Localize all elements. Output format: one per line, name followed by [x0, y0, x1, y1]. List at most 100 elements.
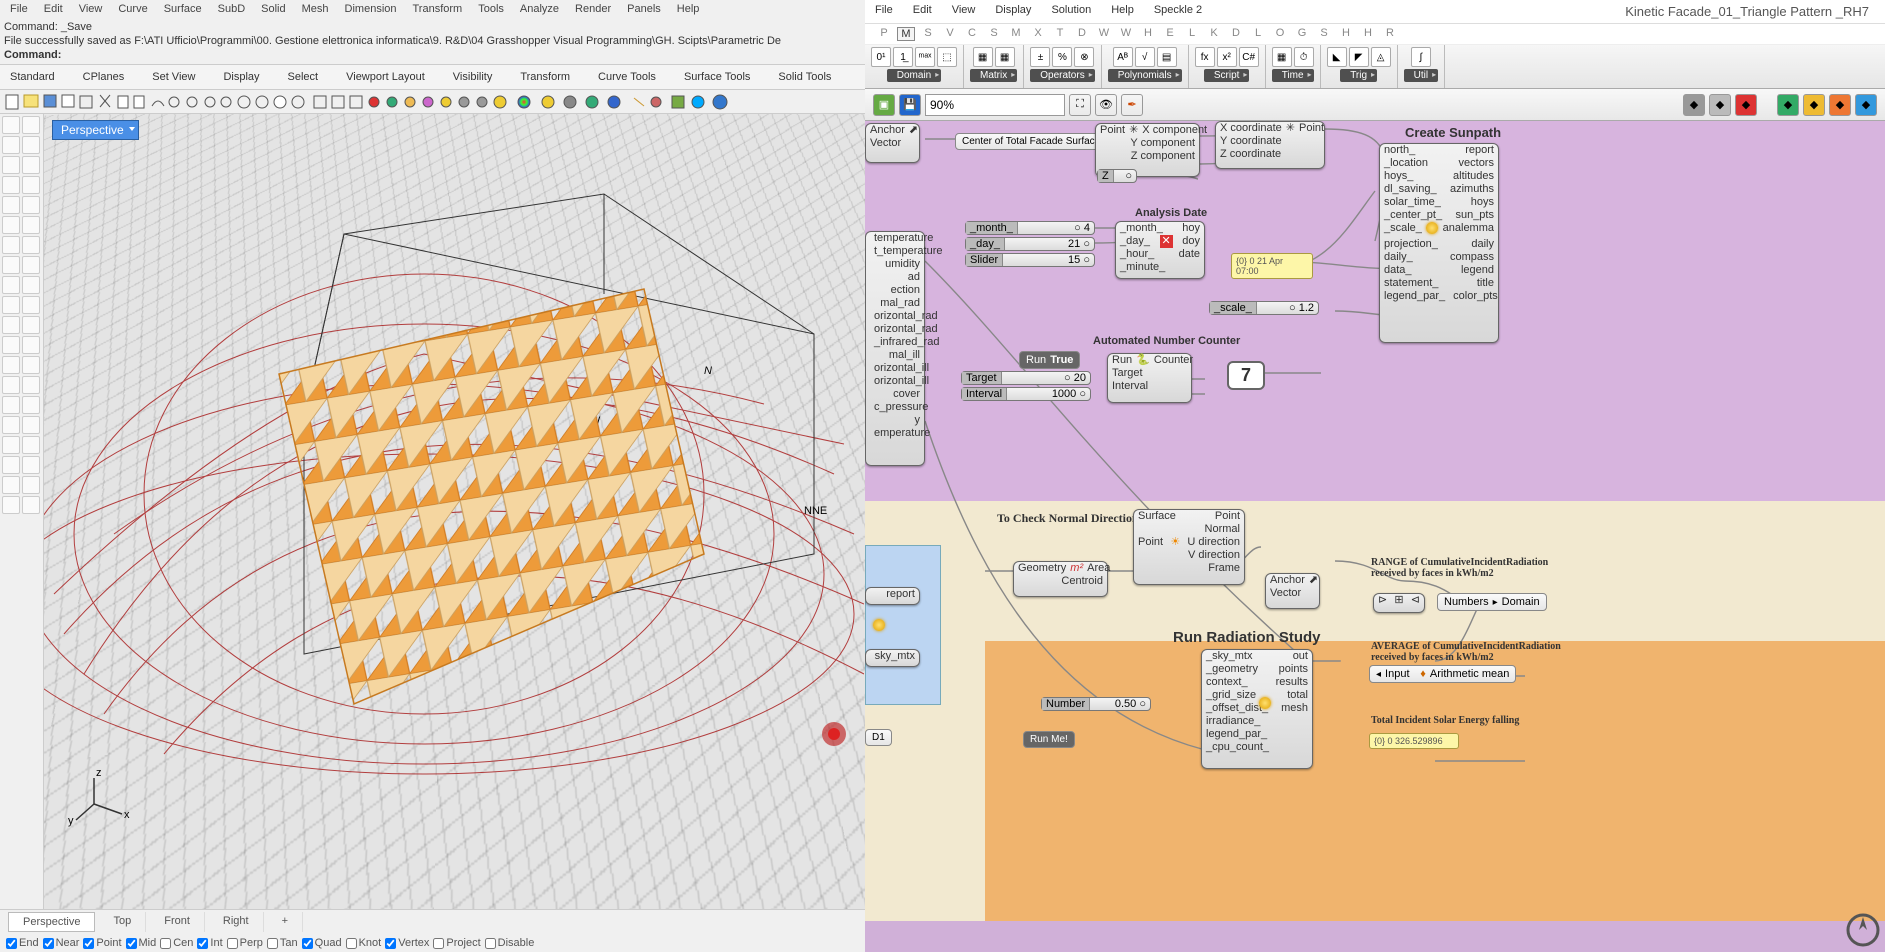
rhino-menu-view[interactable]: View [73, 2, 109, 16]
ribbon-label[interactable]: Script [1204, 69, 1250, 82]
mesh-yellow-icon[interactable]: ◆ [1803, 94, 1825, 116]
osnap-point[interactable]: Point [83, 937, 121, 949]
ribbon-icon[interactable]: C# [1239, 47, 1259, 67]
tool-icon[interactable] [2, 496, 20, 514]
counter-output-panel[interactable]: 7 [1227, 361, 1265, 390]
gh-menu-edit[interactable]: Edit [913, 4, 932, 19]
ribbon-label[interactable]: Operators [1030, 69, 1094, 82]
tab-display[interactable]: Display [221, 69, 261, 85]
rhino-menu-render[interactable]: Render [569, 2, 617, 16]
total-energy-panel[interactable]: {0} 0 326.529896 [1369, 733, 1459, 749]
ribbon-label[interactable]: Domain [887, 69, 941, 82]
ribbon-icon[interactable]: ▦ [995, 47, 1015, 67]
gh-tab-letter[interactable]: M [897, 27, 915, 41]
ribbon-icon[interactable]: ᵐᵃˣ [915, 47, 935, 67]
tab-cplanes[interactable]: CPlanes [81, 69, 127, 85]
tab-standard[interactable]: Standard [8, 69, 57, 85]
vtab-front[interactable]: Front [150, 912, 205, 932]
osnap-knot[interactable]: Knot [346, 937, 382, 949]
ribbon-icon[interactable]: ⊗ [1074, 47, 1094, 67]
tool-icon[interactable] [2, 356, 20, 374]
rhino-menu-transform[interactable]: Transform [407, 2, 469, 16]
gh-canvas[interactable]: temperaturet_temperatureumidityadectionm… [865, 121, 1885, 952]
month-slider[interactable]: _month_○ 4 [965, 221, 1095, 235]
ribbon-icon[interactable]: ⬚ [937, 47, 957, 67]
tool-icon[interactable] [22, 116, 40, 134]
shade-icon-2[interactable]: ◆ [1709, 94, 1731, 116]
z-slider[interactable]: Z○ [1097, 169, 1137, 183]
ribbon-label[interactable]: Matrix [970, 69, 1017, 82]
day-slider[interactable]: _day_21 ○ [965, 237, 1095, 251]
tool-icon[interactable] [22, 196, 40, 214]
osnap-project[interactable]: Project [433, 937, 480, 949]
tool-icon[interactable] [22, 156, 40, 174]
run-toggle[interactable]: Run True [1019, 351, 1080, 369]
osnap-end[interactable]: End [6, 937, 39, 949]
tool-icon[interactable] [2, 416, 20, 434]
rhino-menu-surface[interactable]: Surface [158, 2, 208, 16]
perspective-viewport[interactable]: N NNE NNW [44, 114, 865, 909]
tool-icon[interactable] [2, 276, 20, 294]
preview-icon[interactable]: 👁 [1095, 94, 1117, 116]
gh-menu-file[interactable]: File [875, 4, 893, 19]
zoom-select[interactable] [925, 94, 1065, 116]
gh-tab-letter[interactable]: T [1051, 27, 1069, 41]
run-me-toggle[interactable]: Run Me! [1023, 731, 1075, 748]
ribbon-icon[interactable]: √ [1135, 47, 1155, 67]
rhino-menu-dimension[interactable]: Dimension [339, 2, 403, 16]
tool-icon[interactable] [2, 336, 20, 354]
tool-icon[interactable] [2, 116, 20, 134]
sky-mtx-node[interactable]: sky_mtx [865, 649, 920, 667]
osnap-near[interactable]: Near [43, 937, 80, 949]
gh-tab-letter[interactable]: H [1359, 27, 1377, 41]
tool-icon[interactable] [22, 176, 40, 194]
ribbon-icon[interactable]: 1̲ [893, 47, 913, 67]
gh-tab-letter[interactable]: W [1117, 27, 1135, 41]
canvas-compass-icon[interactable] [1845, 912, 1881, 948]
rhino-menu-curve[interactable]: Curve [112, 2, 153, 16]
ladybug-radiation-node[interactable]: _sky_mtxout_geometrypointscontext_result… [1201, 649, 1313, 769]
python-counter-node[interactable]: Run🐍Counter Target Interval [1107, 353, 1192, 403]
tool-icon[interactable] [22, 436, 40, 454]
rhino-menu-panels[interactable]: Panels [621, 2, 667, 16]
tool-icon[interactable] [2, 396, 20, 414]
tool-icon[interactable] [2, 176, 20, 194]
tool-icon[interactable] [2, 436, 20, 454]
tool-icon[interactable] [2, 296, 20, 314]
rhino-menu-edit[interactable]: Edit [38, 2, 69, 16]
gh-tab-letter[interactable]: H [1337, 27, 1355, 41]
vector-display-node[interactable]: Anchor⬈ Vector [1265, 573, 1320, 609]
construct-point-node[interactable]: X coordinate✳Point Y coordinate Z coordi… [1215, 121, 1325, 169]
ribbon-icon[interactable]: ± [1030, 47, 1050, 67]
ribbon-label[interactable]: Trig [1340, 69, 1377, 82]
mesh-blue-icon[interactable]: ◆ [1855, 94, 1877, 116]
sketch-icon[interactable]: ✒ [1121, 94, 1143, 116]
tool-icon[interactable] [2, 256, 20, 274]
tool-icon[interactable] [2, 316, 20, 334]
area-node[interactable]: Geometrym²Area Centroid [1013, 561, 1108, 597]
ribbon-label[interactable]: Time [1272, 69, 1314, 82]
target-slider[interactable]: Target○ 20 [961, 371, 1091, 385]
osnap-perp[interactable]: Perp [227, 937, 263, 949]
ribbon-icon[interactable]: ⏱ [1294, 47, 1314, 67]
tab-visibility[interactable]: Visibility [451, 69, 495, 85]
vector-anchor-node[interactable]: Anchor⬈ Vector [865, 123, 920, 163]
tool-icon[interactable] [22, 376, 40, 394]
tab-transform[interactable]: Transform [518, 69, 572, 85]
number-slider[interactable]: Number0.50 ○ [1041, 697, 1151, 711]
tool-icon[interactable] [2, 136, 20, 154]
ribbon-icon[interactable]: ◤ [1349, 47, 1369, 67]
osnap-disable[interactable]: Disable [485, 937, 535, 949]
ribbon-icon[interactable]: Aᴮ [1113, 47, 1133, 67]
ribbon-icon[interactable]: ∫ [1411, 47, 1431, 67]
sky-report-node[interactable]: report [865, 587, 920, 605]
gh-tab-letter[interactable]: V [941, 27, 959, 41]
tool-icon[interactable] [22, 316, 40, 334]
rhino-left-toolbar[interactable] [0, 114, 44, 909]
osnap-quad[interactable]: Quad [302, 937, 342, 949]
gh-menu-solution[interactable]: Solution [1051, 4, 1091, 19]
gh-tab-letter[interactable]: X [1029, 27, 1047, 41]
osnap-int[interactable]: Int [197, 937, 222, 949]
gh-tab-letter[interactable]: D [1073, 27, 1091, 41]
rhino-menu-subd[interactable]: SubD [212, 2, 252, 16]
